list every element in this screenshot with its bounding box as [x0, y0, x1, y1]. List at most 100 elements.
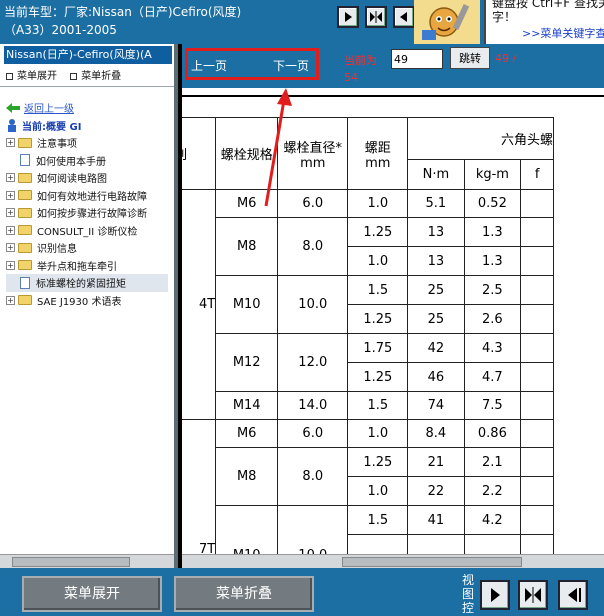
cell-f — [520, 505, 554, 535]
header-bolt-diameter-text: 螺栓直径* — [283, 140, 343, 156]
cell-kgm: 2.5 — [463, 275, 522, 305]
cell-nm: 42 — [407, 333, 465, 363]
tree-item[interactable]: + 如何有效地进行电路故障 — [6, 187, 168, 205]
cell-spec: M6 — [215, 189, 279, 218]
folder-icon — [18, 260, 32, 271]
table-row: M8 8.0 1.25 21 2.1 — [182, 447, 554, 506]
cell-kgm: 4.7 — [463, 362, 522, 392]
left-horizontal-scrollbar[interactable] — [0, 554, 174, 568]
cell-diam: 6.0 — [277, 419, 349, 448]
page-forward-button[interactable] — [337, 6, 359, 28]
tree-item-label: SAE J1930 术语表 — [37, 296, 122, 308]
expand-plus-icon[interactable]: + — [6, 260, 15, 270]
tree-item[interactable]: + 注意事项 — [6, 134, 168, 152]
folder-icon — [18, 242, 32, 253]
keyword-search-link[interactable]: >>菜单关键字查 — [522, 25, 604, 41]
expand-plus-icon[interactable]: + — [6, 225, 15, 235]
cell-diam: 12.0 — [277, 333, 349, 392]
square-icon — [6, 72, 13, 80]
current-model-line2: （A33）2001-2005 — [4, 23, 117, 37]
tree-item-selected[interactable]: 标准螺栓的紧固扭矩 — [6, 274, 168, 292]
prev-page-link[interactable]: 上一页 — [191, 57, 227, 74]
cell-kgm: 1.3 — [463, 246, 522, 276]
tree-item[interactable]: + 举升点和拖车牵引 — [6, 257, 168, 275]
tree-item-label: 注意事项 — [37, 139, 77, 151]
tree-item-label: 如何阅读电路图 — [37, 174, 107, 186]
tip-box: 键盘按 Ctrl+F 查找关键 字！ >>菜单关键字查 — [484, 0, 604, 44]
split-view-button[interactable] — [365, 6, 387, 28]
folder-icon — [18, 172, 32, 183]
tree-expand-link[interactable]: 菜单展开 — [6, 71, 57, 82]
folder-icon — [18, 207, 32, 218]
folder-icon — [18, 295, 32, 306]
view-forward-button[interactable] — [480, 580, 510, 610]
tree-item[interactable]: + 如何阅读电路图 — [6, 169, 168, 187]
tip-text-line1: 键盘按 Ctrl+F 查找关键 — [492, 0, 604, 10]
cell-f — [520, 419, 554, 448]
cell-pitch: 1.0 — [347, 476, 409, 506]
arrow-left-icon — [400, 12, 407, 22]
expand-plus-icon[interactable]: + — [6, 138, 15, 148]
view-control-label: 视图控 — [462, 573, 475, 615]
cell-kgm: 2.2 — [463, 476, 522, 506]
cell-spec: M12 — [215, 333, 279, 392]
expand-plus-icon[interactable]: + — [6, 295, 15, 305]
header-pitch: 螺距 mm — [347, 117, 409, 190]
collapse-menu-button[interactable]: 菜单折叠 — [174, 576, 314, 612]
vehicle-title-bar: Nissan(日产)-Cefiro(风度)(A — [4, 46, 172, 64]
jump-button[interactable]: 跳转 — [450, 47, 490, 69]
cell-pitch: 1.25 — [347, 217, 409, 247]
back-arrow-icon — [6, 102, 20, 113]
cell-diam: 14.0 — [277, 391, 349, 420]
document-horizontal-scrollbar[interactable] — [182, 554, 604, 568]
scrollbar-thumb[interactable] — [342, 557, 522, 567]
cell-f — [520, 246, 554, 276]
tree-item[interactable]: + SAE J1930 术语表 — [6, 292, 168, 310]
tip-text-line2: 字！ — [492, 10, 517, 24]
view-back-button[interactable] — [558, 580, 588, 610]
view-split-button[interactable] — [518, 580, 548, 610]
tree-item-label: CONSULT_II 诊断仪检 — [37, 226, 138, 238]
torque-table: 级别 螺栓规格 螺栓直径*mm 螺距mm 六角头螺 N·m kg-m f 4T … — [182, 117, 554, 564]
back-link[interactable]: 返回上一级 — [24, 100, 74, 115]
tree-item-list: + 注意事项 如何使用本手册 + 如何阅读电路图 + 如何有效地进行电路故障 + 如何按… — [6, 134, 168, 309]
expand-plus-icon[interactable]: + — [6, 190, 15, 200]
tree-collapse-link[interactable]: 菜单折叠 — [70, 71, 121, 82]
cell-spec: M10 — [215, 275, 279, 334]
cell-nm: 74 — [407, 391, 465, 420]
page-back-button[interactable] — [393, 6, 415, 28]
split-icon — [370, 11, 382, 23]
header-bolt-spec: 螺栓规格 — [215, 117, 279, 190]
cell-spec: M8 — [215, 217, 279, 276]
expand-menu-button[interactable]: 菜单展开 — [22, 576, 162, 612]
cell-nm: 13 — [407, 217, 465, 247]
expand-plus-icon[interactable]: + — [6, 173, 15, 183]
cell-diam: 8.0 — [277, 447, 349, 506]
header-pitch-unit: mm — [365, 155, 391, 171]
back-link-row[interactable]: 返回上一级 — [6, 99, 168, 117]
folder-icon — [18, 137, 32, 148]
tree-item[interactable]: + 如何按步骤进行故障诊断 — [6, 204, 168, 222]
tree-item[interactable]: 如何使用本手册 — [6, 152, 168, 170]
document-top-rule — [182, 95, 604, 97]
page-number-input[interactable] — [391, 49, 443, 69]
header-bolt-diameter: 螺栓直径* mm — [277, 117, 349, 190]
expand-plus-icon[interactable]: + — [6, 243, 15, 253]
expand-plus-icon[interactable]: + — [6, 208, 15, 218]
tree-item[interactable]: + 识别信息 — [6, 239, 168, 257]
header-hex-head-text: 六角头螺 — [500, 133, 553, 148]
cell-kgm: 2.1 — [463, 447, 522, 477]
scrollbar-thumb[interactable] — [12, 557, 130, 567]
tree-operations: 菜单展开 菜单折叠 — [6, 67, 131, 82]
cell-kgm: 1.3 — [463, 217, 522, 247]
current-page-label: 当前为 — [344, 54, 377, 67]
cell-nm: 5.1 — [407, 189, 465, 218]
table-row: 7T M6 6.0 1.0 8.4 0.86 — [182, 419, 554, 564]
next-page-link[interactable]: 下一页 — [273, 57, 309, 74]
tree-item[interactable]: + CONSULT_II 诊断仪检 — [6, 222, 168, 240]
cell-nm: 22 — [407, 476, 465, 506]
folder-icon — [18, 225, 32, 236]
cell-kgm: 2.6 — [463, 304, 522, 334]
cell-pitch: 1.25 — [347, 362, 409, 392]
cell-pitch: 1.0 — [347, 246, 409, 276]
